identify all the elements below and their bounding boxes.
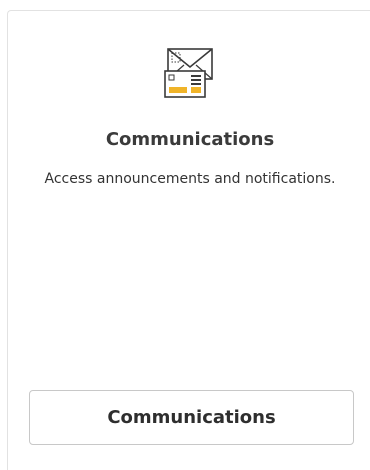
- communications-button[interactable]: Communications: [29, 390, 354, 445]
- card-description: Access announcements and notifications.: [44, 171, 336, 187]
- mail-envelope-icon: [164, 47, 224, 107]
- communications-card: Communications Access announcements and …: [7, 10, 370, 470]
- card-title: Communications: [105, 129, 275, 150]
